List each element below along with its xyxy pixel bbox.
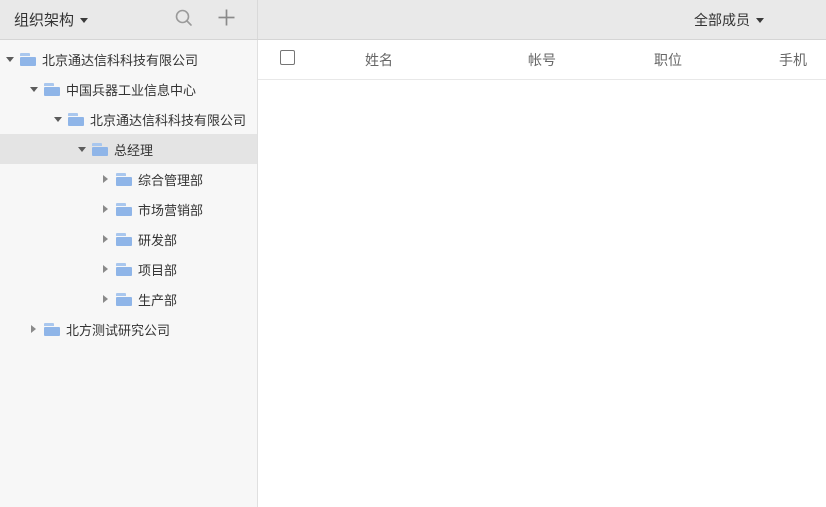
tree-node-label: 生产部 [138,290,177,309]
folder-icon [44,83,60,96]
folder-icon [116,293,132,306]
tree-node-label: 中国兵器工业信息中心 [66,80,196,99]
folder-icon [92,143,108,156]
collapse-caret-icon[interactable] [103,235,108,243]
top-bar-icons [173,9,237,31]
folder-icon [116,173,132,186]
folder-icon [68,113,84,126]
collapse-caret-icon[interactable] [31,325,36,333]
tree-node-label: 北京通达信科科技有限公司 [90,110,246,129]
tree-node-label: 综合管理部 [138,170,203,189]
top-bar: 组织架构 [0,0,826,40]
tree-node-label: 北京通达信科科技有限公司 [42,50,198,69]
org-structure-app: 组织架构 [0,0,826,507]
folder-icon [116,203,132,216]
tree-node-label: 总经理 [114,140,153,159]
content-area: 北京通达信科科技有限公司 中国兵器工业信息中心 北京通达信科科技有限公司 总经理 [0,40,826,507]
tree-node-project-dept[interactable]: 项目部 [0,254,257,284]
tree-node-label: 北方测试研究公司 [66,320,170,339]
tree-node-label: 市场营销部 [138,200,203,219]
caret-down-icon [756,18,764,23]
org-structure-dropdown[interactable]: 组织架构 [14,9,88,30]
tree-node-marketing-dept[interactable]: 市场营销部 [0,194,257,224]
caret-down-icon [80,18,88,23]
select-all-cell [280,50,365,69]
search-button[interactable] [173,9,195,31]
collapse-caret-icon[interactable] [103,265,108,273]
expand-caret-icon[interactable] [78,147,86,152]
collapse-caret-icon[interactable] [103,295,108,303]
org-structure-title: 组织架构 [14,9,74,30]
collapse-caret-icon[interactable] [103,175,108,183]
tree-node-company-root[interactable]: 北京通达信科科技有限公司 [0,44,257,74]
folder-icon [44,323,60,336]
column-header-position: 职位 [654,50,779,70]
folder-icon [116,263,132,276]
plus-icon [216,7,237,32]
tree-node-company-sub[interactable]: 北京通达信科科技有限公司 [0,104,257,134]
tree-node-rd-dept[interactable]: 研发部 [0,224,257,254]
members-panel: 姓名 帐号 职位 手机 [258,40,826,507]
search-icon [174,8,194,32]
tree-node-general-manager[interactable]: 总经理 [0,134,257,164]
folder-icon [20,53,36,66]
collapse-caret-icon[interactable] [103,205,108,213]
members-filter-dropdown[interactable]: 全部成员 [694,10,764,30]
folder-icon [116,233,132,246]
top-bar-left: 组织架构 [0,0,258,39]
top-bar-right: 全部成员 [258,0,826,39]
expand-caret-icon[interactable] [30,87,38,92]
add-button[interactable] [215,9,237,31]
members-table-body [258,80,826,507]
members-filter-label: 全部成员 [694,10,750,30]
tree-node-label: 研发部 [138,230,177,249]
members-table-header: 姓名 帐号 职位 手机 [258,40,826,80]
column-header-name: 姓名 [365,50,528,70]
column-header-account: 帐号 [528,50,654,70]
column-header-mobile: 手机 [779,50,826,70]
tree-node-production-dept[interactable]: 生产部 [0,284,257,314]
org-tree-sidebar: 北京通达信科科技有限公司 中国兵器工业信息中心 北京通达信科科技有限公司 总经理 [0,40,258,507]
tree-node-label: 项目部 [138,260,177,279]
tree-node-general-admin-dept[interactable]: 综合管理部 [0,164,257,194]
expand-caret-icon[interactable] [54,117,62,122]
expand-caret-icon[interactable] [6,57,14,62]
tree-node-info-center[interactable]: 中国兵器工业信息中心 [0,74,257,104]
select-all-checkbox[interactable] [280,50,295,65]
tree-node-north-test-company[interactable]: 北方测试研究公司 [0,314,257,344]
